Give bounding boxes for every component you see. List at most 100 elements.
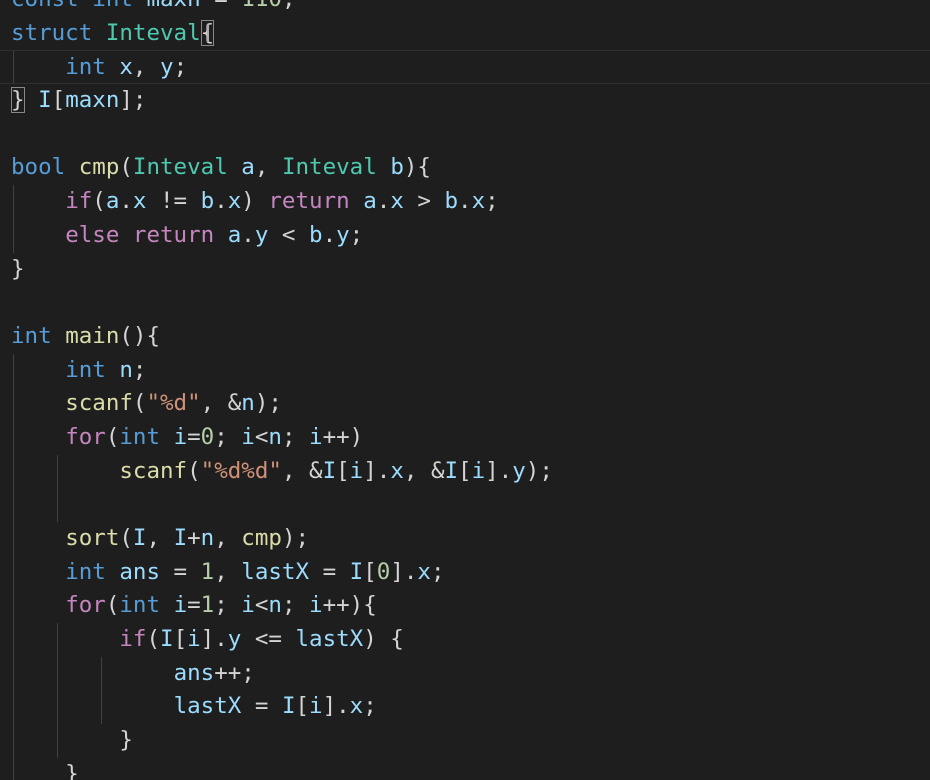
code-line[interactable]: int n; bbox=[0, 353, 930, 388]
code-token: ; bbox=[349, 221, 364, 248]
code-line[interactable]: for(int i=0; i<n; i++) bbox=[0, 420, 930, 455]
code-token: return bbox=[268, 188, 350, 215]
code-line[interactable]: } bbox=[0, 253, 930, 287]
code-line[interactable]: } bbox=[0, 724, 930, 758]
code-line[interactable]: ​ bbox=[0, 488, 930, 522]
code-token: I bbox=[38, 87, 52, 114]
code-token: , bbox=[281, 457, 310, 484]
code-token: = bbox=[241, 693, 282, 720]
code-token: & bbox=[430, 457, 445, 484]
code-token: , bbox=[214, 558, 242, 585]
code-token: lastX bbox=[241, 558, 310, 585]
code-token: x bbox=[227, 188, 242, 215]
code-token: y bbox=[160, 54, 174, 81]
code-token: b bbox=[444, 188, 459, 215]
code-token: ]. bbox=[200, 626, 228, 653]
code-token: ) { bbox=[363, 626, 404, 653]
code-token: ; bbox=[132, 356, 147, 383]
code-token: int bbox=[92, 0, 133, 12]
code-token: I bbox=[173, 525, 188, 551]
indent-guide bbox=[13, 757, 14, 780]
code-token: & bbox=[227, 390, 242, 417]
indent-guide bbox=[13, 185, 14, 219]
code-lines[interactable]: const int maxn = 110;struct Inteval{ int… bbox=[0, 0, 930, 780]
code-token: "%d" bbox=[146, 390, 201, 417]
code-token: = bbox=[187, 592, 201, 619]
code-line[interactable]: else return a.y < b.y; bbox=[0, 218, 930, 253]
code-token: , bbox=[200, 390, 228, 417]
code-line[interactable]: bool cmp(Inteval a, Inteval b){ bbox=[0, 151, 930, 185]
code-line[interactable]: ​ bbox=[0, 286, 930, 320]
code-token: ; bbox=[214, 592, 242, 619]
code-token: ; bbox=[241, 659, 255, 686]
code-token: I bbox=[322, 457, 337, 484]
indent-guide bbox=[57, 690, 58, 725]
code-token: } bbox=[11, 727, 133, 754]
code-token: x bbox=[417, 558, 431, 585]
code-line[interactable]: lastX = I[i].x; bbox=[0, 690, 930, 725]
code-line[interactable]: for(int i=1; i<n; i++){ bbox=[0, 589, 930, 624]
code-token: . bbox=[214, 188, 228, 215]
code-line[interactable]: if(I[i].y <= lastX) { bbox=[0, 623, 930, 657]
code-token: } bbox=[11, 760, 79, 780]
code-token: int bbox=[119, 423, 161, 450]
code-token: ) bbox=[241, 188, 269, 215]
code-token: = bbox=[160, 558, 201, 585]
code-token: int bbox=[65, 356, 106, 383]
code-token: ); bbox=[254, 390, 282, 417]
code-token: x bbox=[349, 693, 364, 720]
code-token: x bbox=[471, 188, 486, 215]
code-token: 0 bbox=[376, 558, 391, 585]
code-token: != bbox=[146, 188, 201, 215]
code-line[interactable]: int ans = 1, lastX = I[0].x; bbox=[0, 555, 930, 590]
code-line[interactable]: scanf("%d", &n); bbox=[0, 387, 930, 421]
code-token: b bbox=[200, 188, 215, 215]
code-token: <= bbox=[241, 626, 296, 653]
code-token: ans bbox=[173, 659, 215, 686]
code-token: "%d%d" bbox=[200, 457, 282, 484]
code-token: ; bbox=[281, 423, 310, 450]
code-token: & bbox=[309, 457, 323, 484]
code-token: ; bbox=[430, 558, 445, 585]
indent-guide bbox=[13, 555, 14, 590]
code-line[interactable]: int x, y; bbox=[0, 50, 930, 85]
code-token: maxn bbox=[65, 87, 120, 114]
code-token: = bbox=[309, 558, 350, 585]
code-token: scanf bbox=[65, 390, 133, 417]
code-token: I bbox=[160, 626, 174, 653]
code-token: . bbox=[322, 221, 337, 248]
code-line[interactable]: int main(){ bbox=[0, 320, 930, 354]
code-line[interactable]: } bbox=[0, 757, 930, 780]
code-line[interactable]: } I[maxn]; bbox=[0, 84, 930, 118]
code-token: i bbox=[241, 592, 255, 619]
code-token: Inteval bbox=[132, 154, 228, 181]
code-token: ans bbox=[119, 558, 161, 585]
code-token: n bbox=[241, 390, 255, 417]
code-line[interactable]: if(a.x != b.x) return a.x > b.x; bbox=[0, 185, 930, 219]
code-token: ; bbox=[281, 592, 310, 619]
code-token: i bbox=[349, 457, 364, 484]
code-token: ; bbox=[485, 188, 499, 215]
indent-guide bbox=[57, 488, 58, 522]
code-token: 110 bbox=[241, 0, 282, 12]
code-line[interactable]: sort(I, I+n, cmp); bbox=[0, 522, 930, 556]
matched-bracket: } bbox=[11, 87, 25, 114]
code-line[interactable]: ​ bbox=[0, 118, 930, 152]
code-token: I bbox=[349, 558, 364, 585]
code-line[interactable]: const int maxn = 110; bbox=[0, 0, 930, 17]
code-editor[interactable]: const int maxn = 110;struct Inteval{ int… bbox=[0, 0, 930, 780]
code-token: ]. bbox=[363, 457, 391, 484]
code-line[interactable]: ans++; bbox=[0, 656, 930, 691]
code-token: ; bbox=[363, 693, 377, 720]
code-token: } bbox=[11, 255, 25, 282]
code-line[interactable]: struct Inteval{ bbox=[0, 17, 930, 51]
code-token: ++ bbox=[214, 659, 242, 686]
code-token: i bbox=[173, 592, 188, 619]
code-line[interactable]: scanf("%d%d", &I[i].x, &I[i].y); bbox=[0, 454, 930, 489]
